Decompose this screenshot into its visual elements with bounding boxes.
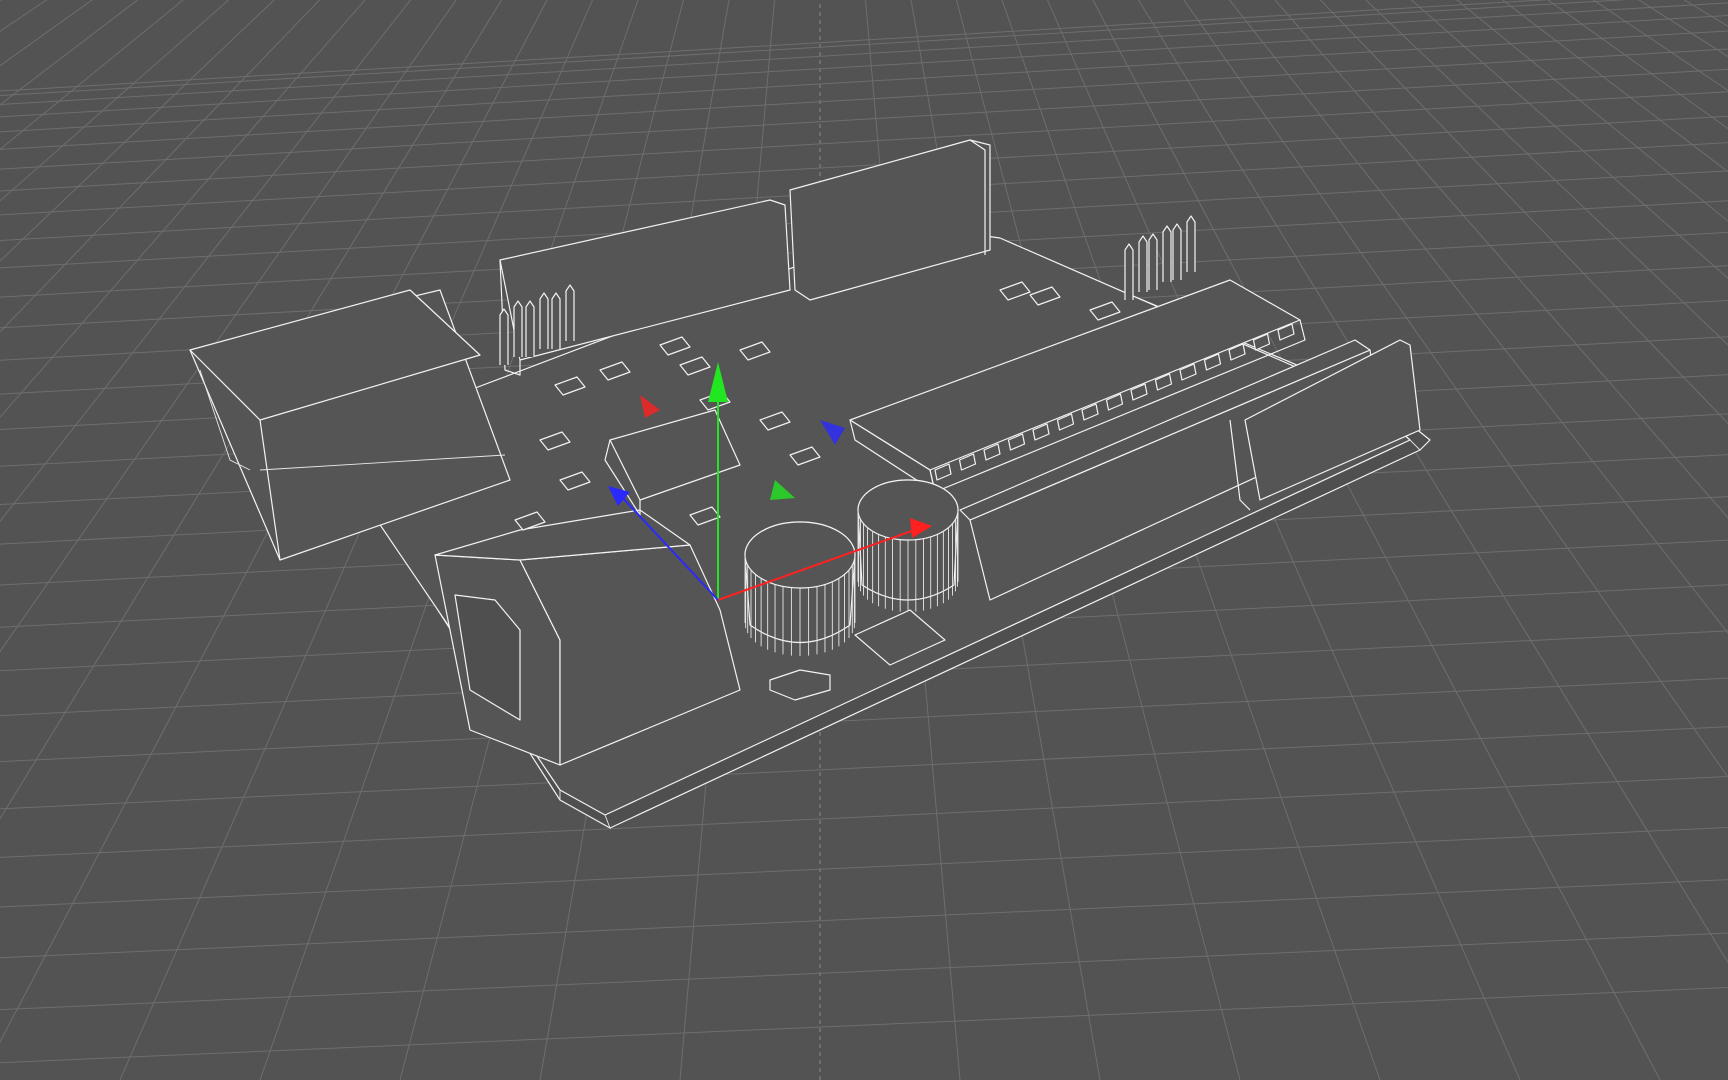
3d-viewport[interactable]: [0, 0, 1728, 1080]
capacitor-right: [857, 479, 959, 612]
capacitor-left: [744, 521, 856, 656]
circuit-board-model[interactable]: [189, 139, 1431, 830]
viewport-canvas[interactable]: [0, 0, 1728, 1080]
